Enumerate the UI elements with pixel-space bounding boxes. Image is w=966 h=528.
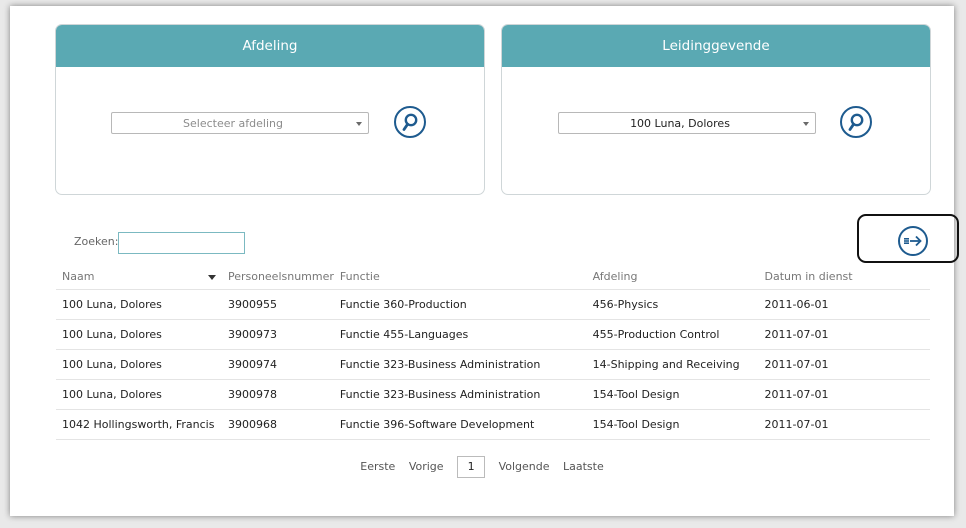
cell-personeelsnummer: 3900978 [221, 379, 334, 410]
cell-functie: Functie 323-Business Administration [333, 379, 587, 410]
magnifier-icon [848, 113, 864, 131]
cell-afdeling: 456-Physics [586, 289, 759, 320]
table-row[interactable]: 100 Luna, Dolores 3900955 Functie 360-Pr… [56, 289, 930, 320]
cell-personeelsnummer: 3900955 [221, 289, 334, 320]
magnifier-icon [402, 113, 418, 131]
chevron-down-icon [356, 122, 362, 126]
cell-afdeling: 14-Shipping and Receiving [586, 349, 759, 380]
cell-afdeling: 455-Production Control [586, 319, 759, 350]
manager-select-value: 100 Luna, Dolores [630, 117, 730, 130]
column-header-functie[interactable]: Functie [333, 264, 587, 290]
manager-search-button[interactable] [840, 106, 872, 138]
cell-datum-in-dienst: 2011-07-01 [758, 349, 930, 380]
sort-descending-icon [207, 275, 216, 280]
pager-prev-link[interactable]: Vorige [409, 460, 444, 473]
department-select-value: Selecteer afdeling [183, 117, 283, 130]
table-row[interactable]: 100 Luna, Dolores 3900973 Functie 455-La… [56, 319, 930, 350]
cell-naam: 100 Luna, Dolores [56, 379, 222, 410]
cell-functie: Functie 360-Production [333, 289, 587, 320]
pagination: Eerste Vorige 1 Volgende Laatste [10, 456, 954, 478]
search-input[interactable] [118, 232, 245, 254]
department-search-button[interactable] [394, 106, 426, 138]
cell-naam: 1042 Hollingsworth, Francis [56, 409, 222, 440]
cell-afdeling: 154-Tool Design [586, 409, 759, 440]
cell-functie: Functie 323-Business Administration [333, 349, 587, 380]
column-header-datum-in-dienst[interactable]: Datum in dienst [758, 264, 930, 290]
page: Afdeling Selecteer afdeling Leidinggeven… [10, 6, 959, 516]
pager-next-link[interactable]: Volgende [499, 460, 550, 473]
manager-filter-card: Leidinggevende 100 Luna, Dolores [501, 24, 931, 195]
manager-card-title: Leidinggevende [502, 25, 930, 67]
column-header-afdeling[interactable]: Afdeling [586, 264, 759, 290]
cell-functie: Functie 396-Software Development [333, 409, 587, 440]
manager-select[interactable]: 100 Luna, Dolores [558, 112, 816, 134]
cell-functie: Functie 455-Languages [333, 319, 587, 350]
cell-naam: 100 Luna, Dolores [56, 319, 222, 350]
cell-datum-in-dienst: 2011-07-01 [758, 319, 930, 350]
cell-datum-in-dienst: 2011-07-01 [758, 379, 930, 410]
cell-naam: 100 Luna, Dolores [56, 349, 222, 380]
cell-naam: 100 Luna, Dolores [56, 289, 222, 320]
pager-first-link[interactable]: Eerste [360, 460, 395, 473]
search-label: Zoeken: [74, 235, 119, 248]
cell-datum-in-dienst: 2011-07-01 [758, 409, 930, 440]
table-row[interactable]: 100 Luna, Dolores 3900974 Functie 323-Bu… [56, 349, 930, 380]
employee-table: Naam Personeelsnummer Functie Afdeling D… [56, 264, 930, 440]
table-row[interactable]: 1042 Hollingsworth, Francis 3900968 Func… [56, 409, 930, 440]
export-arrow-icon [904, 235, 922, 247]
column-header-naam[interactable]: Naam [56, 264, 222, 290]
pager-last-link[interactable]: Laatste [563, 460, 604, 473]
cell-afdeling: 154-Tool Design [586, 379, 759, 410]
table-header-row: Naam Personeelsnummer Functie Afdeling D… [56, 264, 930, 290]
cell-datum-in-dienst: 2011-06-01 [758, 289, 930, 320]
column-header-personeelsnummer[interactable]: Personeelsnummer [221, 264, 334, 290]
chevron-down-icon [803, 122, 809, 126]
department-card-title: Afdeling [56, 25, 484, 67]
cell-personeelsnummer: 3900968 [221, 409, 334, 440]
department-select[interactable]: Selecteer afdeling [111, 112, 369, 134]
pager-page-input[interactable]: 1 [457, 456, 486, 478]
cell-personeelsnummer: 3900973 [221, 319, 334, 350]
export-button[interactable] [898, 226, 928, 256]
department-filter-card: Afdeling Selecteer afdeling [55, 24, 485, 195]
table-row[interactable]: 100 Luna, Dolores 3900978 Functie 323-Bu… [56, 379, 930, 410]
cell-personeelsnummer: 3900974 [221, 349, 334, 380]
